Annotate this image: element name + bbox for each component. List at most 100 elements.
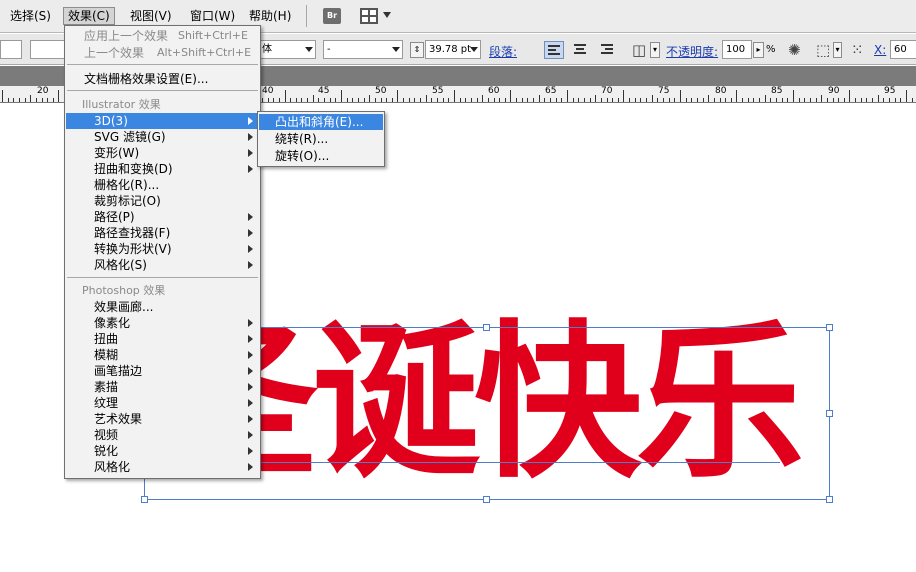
ruler-tick	[861, 98, 862, 102]
ruler-tick	[573, 98, 574, 102]
bridge-button[interactable]: Br	[323, 8, 341, 24]
x-coordinate-label[interactable]: X:	[874, 43, 886, 57]
menu-item-doc-raster-settings[interactable]: 文档栅格效果设置(E)...	[66, 71, 259, 87]
menu-item-pathfinder[interactable]: 路径查找器(F)	[66, 225, 259, 241]
ruler-tick	[787, 98, 788, 102]
chevron-right-icon	[248, 463, 253, 471]
chevron-down-icon[interactable]: ▾	[650, 42, 660, 58]
chevron-down-icon[interactable]	[305, 47, 313, 52]
menu-item-revolve[interactable]: 绕转(R)...	[259, 131, 383, 147]
ruler-tick	[776, 98, 777, 102]
menu-item-crop-marks[interactable]: 裁剪标记(O)	[66, 193, 259, 209]
ruler-label: 70	[601, 86, 613, 96]
menu-item-blur[interactable]: 模糊	[66, 347, 259, 363]
workspace-layout-icon[interactable]	[360, 8, 378, 24]
selection-handle[interactable]	[826, 496, 833, 503]
opacity-link[interactable]: 不透明度:	[666, 43, 718, 60]
menu-help[interactable]: 帮助(H)	[245, 7, 295, 25]
chevron-right-icon	[248, 117, 253, 125]
selection-handle[interactable]	[141, 496, 148, 503]
recolor-icon[interactable]: ✺	[788, 41, 801, 59]
font-size-field[interactable]: 39.78 pt	[425, 40, 481, 59]
menu-window[interactable]: 窗口(W)	[186, 7, 239, 25]
chevron-right-icon	[248, 383, 253, 391]
menu-item-artistic[interactable]: 艺术效果	[66, 411, 259, 427]
fill-swatch-field[interactable]	[0, 40, 22, 59]
ruler-tick	[273, 98, 274, 102]
selection-handle[interactable]	[483, 496, 490, 503]
ruler-tick	[838, 98, 839, 102]
menu-item-distort[interactable]: 扭曲	[66, 331, 259, 347]
chevron-down-icon[interactable]	[383, 12, 391, 18]
menu-item-3d[interactable]: 3D(3)	[66, 113, 259, 129]
menu-item-last-effect[interactable]: 上一个效果 Alt+Shift+Ctrl+E	[66, 45, 259, 61]
selection-handle[interactable]	[826, 410, 833, 417]
menu-item-apply-last-effect[interactable]: 应用上一个效果 Shift+Ctrl+E	[66, 28, 259, 44]
reference-point-icon[interactable]: ⁙	[851, 41, 864, 59]
menu-item-sharpen[interactable]: 锐化	[66, 443, 259, 459]
menu-item-brush-strokes[interactable]: 画笔描边	[66, 363, 259, 379]
align-center-button[interactable]	[570, 41, 590, 59]
menu-item-stylize-photoshop[interactable]: 风格化	[66, 459, 259, 475]
menu-item-pixelate[interactable]: 像素化	[66, 315, 259, 331]
ruler-tick	[686, 98, 687, 102]
menu-item-convert-to-shape[interactable]: 转换为形状(V)	[66, 241, 259, 257]
x-coordinate-input[interactable]: 60	[890, 40, 916, 59]
menu-item-stylize-illustrator[interactable]: 风格化(S)	[66, 257, 259, 273]
selection-handle[interactable]	[483, 324, 490, 331]
ruler-tick	[414, 98, 415, 102]
ruler-tick	[516, 98, 517, 102]
ruler-tick	[595, 95, 596, 102]
envelope-distort-icon[interactable]: ◫	[632, 41, 646, 59]
ruler-tick	[505, 98, 506, 102]
ruler-tick	[720, 98, 721, 102]
menu-item-rasterize[interactable]: 栅格化(R)...	[66, 177, 259, 193]
menu-item-extrude-bevel[interactable]: 凸出和斜角(E)...	[259, 114, 383, 130]
ruler-tick	[640, 98, 641, 102]
ruler-tick	[335, 98, 336, 102]
chevron-right-icon	[248, 133, 253, 141]
menu-item-sketch[interactable]: 素描	[66, 379, 259, 395]
chevron-down-icon[interactable]	[392, 47, 400, 52]
paragraph-link[interactable]: 段落:	[489, 43, 517, 60]
align-right-button[interactable]	[597, 41, 617, 59]
ruler-tick	[533, 98, 534, 102]
ruler-tick	[607, 98, 608, 102]
menu-item-video[interactable]: 视频	[66, 427, 259, 443]
ruler-tick	[561, 98, 562, 102]
ruler-tick	[635, 98, 636, 102]
chevron-down-icon[interactable]	[470, 47, 478, 52]
menu-item-warp[interactable]: 变形(W)	[66, 145, 259, 161]
size-stepper[interactable]: ⇕	[410, 42, 424, 58]
menu-view[interactable]: 视图(V)	[126, 7, 176, 25]
selection-handle[interactable]	[826, 324, 833, 331]
font-variant-value: -	[327, 44, 331, 55]
ruler-tick	[782, 98, 783, 102]
align-dots-icon[interactable]: ⬚	[816, 41, 830, 59]
chevron-down-icon[interactable]: ▾	[833, 42, 842, 58]
ruler-tick	[906, 90, 907, 102]
font-family-field[interactable]	[30, 40, 66, 59]
opacity-arrow-button[interactable]: ▸	[753, 42, 764, 58]
ruler-tick	[703, 98, 704, 102]
ruler-label: 80	[715, 86, 727, 96]
font-variant-field[interactable]: -	[323, 40, 403, 59]
chevron-right-icon	[248, 415, 253, 423]
menu-item-distort-transform[interactable]: 扭曲和变换(D)	[66, 161, 259, 177]
ruler-tick	[878, 95, 879, 102]
ruler-label: 40	[262, 86, 274, 96]
opacity-input[interactable]: 100	[722, 40, 752, 59]
menu-select[interactable]: 选择(S)	[6, 7, 55, 25]
ruler-tick	[590, 98, 591, 102]
menu-item-rotate[interactable]: 旋转(O)...	[259, 148, 383, 164]
menu-item-path[interactable]: 路径(P)	[66, 209, 259, 225]
align-left-button[interactable]	[544, 41, 564, 59]
ruler-tick	[268, 98, 269, 102]
ruler-tick	[883, 98, 884, 102]
ruler-tick	[352, 98, 353, 102]
menu-item-svg-filters[interactable]: SVG 滤镜(G)	[66, 129, 259, 145]
font-style-field[interactable]: 体	[258, 40, 316, 59]
menu-item-texture[interactable]: 纹理	[66, 395, 259, 411]
menu-item-effect-gallery[interactable]: 效果画廊...	[66, 299, 259, 315]
menu-effect[interactable]: 效果(C)	[63, 7, 115, 25]
